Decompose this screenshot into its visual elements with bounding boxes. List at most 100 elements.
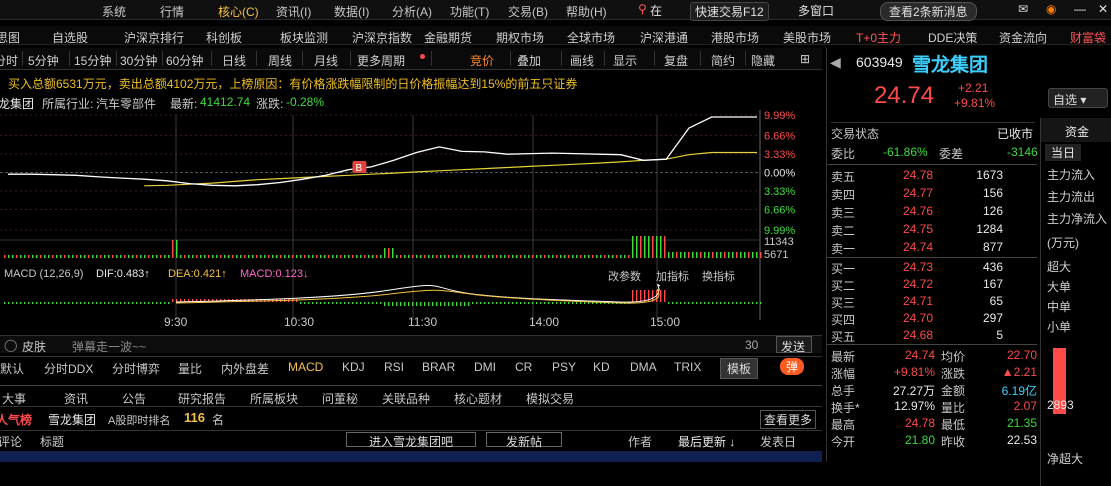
replay-button[interactable]: 复盘 [664, 52, 688, 69]
nav-item-connect[interactable]: 沪深港通 [640, 29, 688, 46]
simple-mode-button[interactable]: 简约 [711, 52, 735, 69]
nav-item-star-market[interactable]: 科创板 [206, 29, 242, 46]
nav-item-watchlist[interactable]: 自选股 [52, 29, 88, 46]
close-icon[interactable]: ✕ [1098, 2, 1108, 16]
view-more-button[interactable]: 查看更多 [760, 410, 817, 429]
bid-row[interactable]: 买一 24.73 436 [831, 258, 1035, 276]
danmu-input[interactable]: 弹幕走一波~~ [64, 337, 744, 354]
menu-data[interactable]: 数据(I) [334, 3, 369, 20]
draw-line-button[interactable]: 画线 [570, 52, 594, 69]
ind-tab-default[interactable]: 默认 [0, 360, 24, 377]
period-tab-60min[interactable]: 60分钟 [166, 52, 203, 69]
ask-row[interactable]: 卖三 24.76 126 [831, 202, 1035, 220]
enter-forum-button[interactable]: 进入雪龙集团吧 [346, 432, 476, 449]
ind-tab-kdj[interactable]: KDJ [342, 360, 365, 374]
nav-item-global[interactable]: 全球市场 [567, 29, 615, 46]
send-button[interactable]: 发送 [776, 336, 812, 354]
nav-item-us[interactable]: 美股市场 [783, 29, 831, 46]
nav-item-cut[interactable]: 思图 [0, 29, 20, 46]
menu-news[interactable]: 资讯(I) [276, 3, 311, 20]
bid-row[interactable]: 买四 24.70 297 [831, 309, 1035, 327]
bid-row[interactable]: 买二 24.72 167 [831, 275, 1035, 293]
info-tab-events[interactable]: 大事 [2, 390, 26, 407]
display-menu[interactable]: 显示 [613, 52, 637, 69]
nav-item-dde[interactable]: DDE决策 [928, 29, 977, 46]
skin-label[interactable]: 皮肤 [22, 338, 46, 355]
menu-help[interactable]: 帮助(H) [566, 3, 607, 20]
ind-tab-kd[interactable]: KD [593, 360, 610, 374]
ind-tab-dmi[interactable]: DMI [474, 360, 496, 374]
minimize-icon[interactable]: — [1074, 2, 1086, 16]
bid-row[interactable]: 买三 24.71 65 [831, 292, 1035, 310]
headset-icon[interactable]: ◉ [1046, 2, 1056, 16]
period-tab-5min[interactable]: 5分钟 [28, 52, 59, 69]
menu-core[interactable]: 核心(C) [218, 3, 259, 20]
fund-tab[interactable]: 资金 [1065, 123, 1089, 140]
period-tab-intraday[interactable]: 分时 [0, 52, 18, 69]
multi-window-button[interactable]: 多窗口 [798, 2, 834, 19]
nav-item-wealth[interactable]: 财富袋 [1070, 29, 1106, 46]
period-tab-weekly[interactable]: 周线 [268, 52, 292, 69]
new-post-button[interactable]: 发新帖 [486, 432, 562, 449]
period-tab-30min[interactable]: 30分钟 [120, 52, 157, 69]
info-tab-news[interactable]: 资讯 [64, 390, 88, 407]
menu-trade[interactable]: 交易(B) [508, 3, 548, 20]
ind-tab-ddx[interactable]: 分时DDX [44, 360, 93, 377]
nav-item-options[interactable]: 期权市场 [496, 29, 544, 46]
ind-tab-game[interactable]: 分时博弈 [112, 360, 160, 377]
intraday-chart[interactable]: B 9.99%6.66%3.33%0.00%3.33%6.66%9.99%113… [0, 110, 822, 330]
ask-row[interactable]: 卖五 24.78 1673 [831, 166, 1035, 184]
ind-tab-trix[interactable]: TRIX [674, 360, 701, 374]
nav-item-capital-flow[interactable]: 资金流向 [999, 29, 1047, 46]
list-item[interactable] [0, 451, 822, 462]
ind-tab-innerouter[interactable]: 内外盘差 [221, 360, 269, 377]
menu-system[interactable]: 系统 [102, 3, 126, 20]
template-button[interactable]: 模板 [720, 358, 759, 379]
ask-row[interactable]: 卖二 24.75 1284 [831, 220, 1035, 238]
ind-tab-volratio[interactable]: 量比 [178, 360, 202, 377]
nav-item-t0[interactable]: T+0主力 [856, 29, 901, 46]
today-tab[interactable]: 当日 [1045, 144, 1082, 161]
ind-tab-cr[interactable]: CR [515, 360, 532, 374]
hide-menu[interactable]: 隐藏 [751, 52, 775, 69]
period-tab-daily[interactable]: 日线 [222, 52, 246, 69]
overlay-menu[interactable]: 叠加 [517, 52, 541, 69]
danmu-toggle[interactable]: 弹 [780, 358, 805, 375]
info-tab-sectors[interactable]: 所属板块 [250, 390, 298, 407]
add-indicator-button[interactable]: 加指标 [656, 268, 689, 284]
info-tab-sim-trade[interactable]: 模拟交易 [526, 390, 574, 407]
info-tab-research[interactable]: 研究报告 [178, 390, 226, 407]
switch-indicator-button[interactable]: 换指标 [702, 268, 735, 284]
ind-tab-rsi[interactable]: RSI [384, 360, 404, 374]
nav-item-index[interactable]: 沪深京指数 [352, 29, 412, 46]
col-last-update[interactable]: 最后更新 ↓ [678, 433, 735, 450]
period-tab-15min[interactable]: 15分钟 [74, 52, 111, 69]
ind-tab-brar[interactable]: BRAR [422, 360, 455, 374]
nav-item-hk[interactable]: 港股市场 [711, 29, 759, 46]
ask-row[interactable]: 卖一 24.74 877 [831, 238, 1035, 256]
expand-icon[interactable]: ⊞ [800, 52, 810, 66]
nav-item-futures[interactable]: 金融期货 [424, 29, 472, 46]
auction-toggle[interactable]: 竞价 [470, 52, 494, 69]
mail-icon[interactable]: ✉ [1018, 2, 1028, 16]
bid-row[interactable]: 买五 24.68 5 [831, 326, 1035, 344]
news-notice-button[interactable]: 查看2条新消息 [880, 2, 977, 21]
ind-tab-macd[interactable]: MACD [288, 360, 323, 374]
info-tab-qa[interactable]: 问董秘 [322, 390, 358, 407]
nav-item-sector-monitor[interactable]: 板块监测 [280, 29, 328, 46]
info-tab-themes[interactable]: 核心题材 [454, 390, 502, 407]
info-tab-announcements[interactable]: 公告 [122, 390, 146, 407]
macd-params-button[interactable]: 改参数 [608, 268, 641, 284]
menu-market[interactable]: 行情 [160, 3, 184, 20]
ind-tab-psy[interactable]: PSY [552, 360, 576, 374]
skin-icon[interactable]: ◯ [4, 338, 17, 352]
info-tab-related[interactable]: 关联品种 [382, 390, 430, 407]
watch-dropdown[interactable]: 自选 ▾ [1048, 88, 1108, 108]
period-tab-monthly[interactable]: 月线 [314, 52, 338, 69]
nav-item-ranking[interactable]: 沪深京排行 [124, 29, 184, 46]
ind-tab-dma[interactable]: DMA [630, 360, 657, 374]
ask-row[interactable]: 卖四 24.77 156 [831, 184, 1035, 202]
menu-function[interactable]: 功能(T) [450, 3, 489, 20]
quick-trade-button[interactable]: 快速交易F12 [690, 2, 769, 21]
menu-analysis[interactable]: 分析(A) [392, 3, 432, 20]
